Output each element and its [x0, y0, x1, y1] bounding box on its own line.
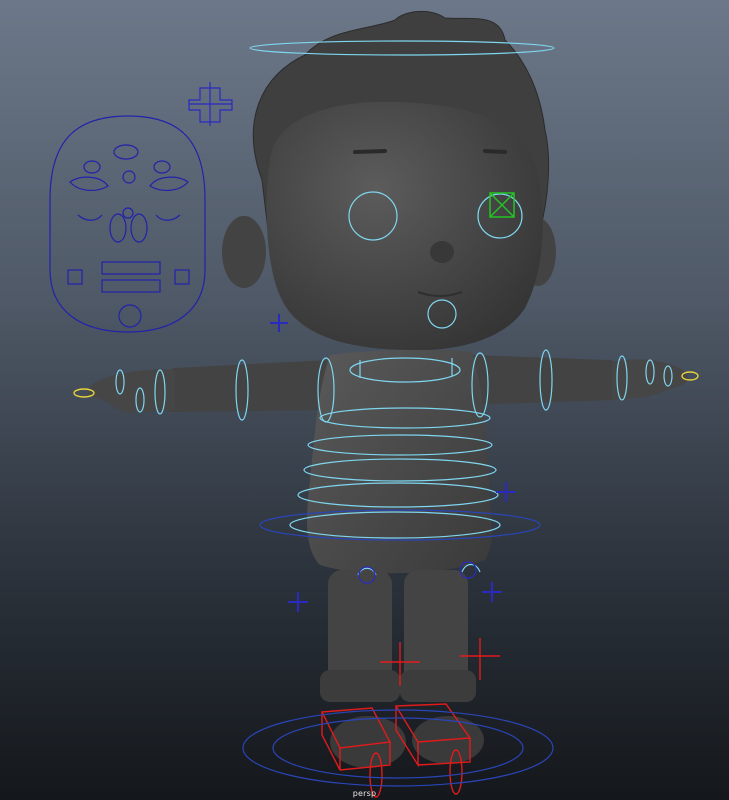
- camera-label: persp: [352, 789, 377, 798]
- face-panel-cheek-left[interactable]: [77, 214, 103, 221]
- face-panel-mouth-box-right[interactable]: [174, 269, 190, 285]
- face-panel-eye-left[interactable]: [69, 176, 109, 191]
- left-arm-mesh: [160, 360, 330, 412]
- pivot-cross-right-knee[interactable]: [482, 582, 502, 602]
- face-panel-outline: [49, 115, 206, 333]
- left-hand-mesh: [88, 369, 175, 413]
- face-panel-jaw-left[interactable]: [109, 213, 127, 243]
- pivot-cross-head[interactable]: [270, 314, 288, 332]
- pivot-cross-right-hip[interactable]: [496, 482, 516, 502]
- face-panel-mouth-lower[interactable]: [101, 279, 161, 293]
- face-panel-brow-control-left[interactable]: [83, 160, 101, 174]
- left-ear-mesh: [222, 216, 266, 288]
- face-panel-mouth-upper[interactable]: [101, 261, 161, 275]
- right-arm-mesh: [470, 355, 623, 405]
- maya-perspective-viewport[interactable]: persp: [0, 0, 729, 800]
- nose-mesh: [430, 241, 454, 263]
- left-pant-cuff: [320, 670, 400, 702]
- face-panel-jaw-right[interactable]: [130, 213, 148, 243]
- face-panel-move-cross-icon[interactable]: [188, 82, 233, 126]
- character-mesh[interactable]: [88, 11, 688, 768]
- right-pant-cuff: [400, 670, 476, 702]
- face-panel-brow-control[interactable]: [113, 144, 139, 160]
- face-panel-nose-control[interactable]: [122, 170, 136, 184]
- facial-control-panel[interactable]: [49, 115, 206, 333]
- face-panel-eye-right[interactable]: [149, 176, 189, 191]
- left-shoe-mesh: [330, 716, 406, 768]
- head-mesh: [266, 101, 543, 351]
- scene-render[interactable]: [0, 0, 729, 800]
- right-eyebrow: [483, 149, 507, 154]
- pivot-cross-left-knee[interactable]: [288, 592, 308, 612]
- face-panel-jaw-top[interactable]: [122, 207, 134, 219]
- face-panel-cheek-right[interactable]: [155, 214, 181, 221]
- face-panel-brow-control-right[interactable]: [153, 160, 171, 174]
- face-panel-chin-control[interactable]: [118, 304, 142, 328]
- face-panel-mouth-box-left[interactable]: [67, 269, 83, 285]
- right-hand-mesh: [612, 359, 688, 400]
- left-eyebrow: [353, 149, 387, 154]
